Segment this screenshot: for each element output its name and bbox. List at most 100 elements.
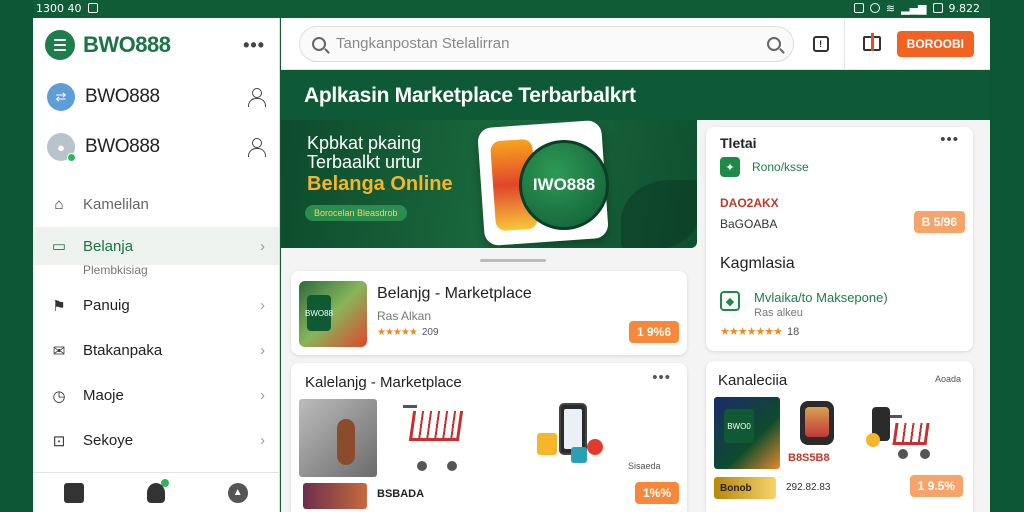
notification-icon [87, 3, 98, 13]
sidebar-item-label: Btakanpaka [83, 342, 163, 359]
product-image-phone[interactable] [800, 401, 834, 445]
banner-leaf-decoration [621, 180, 697, 248]
thumbnail-label: BWO0 [724, 409, 754, 443]
banner-line-2: Terbaalkt urtur [307, 152, 423, 172]
price-badge[interactable]: B 5/96 [913, 211, 965, 233]
sidebar-item-panuig[interactable]: ⚑ Panuig › [33, 283, 279, 328]
sim-icon [853, 3, 864, 13]
clock-icon: ◷ [52, 387, 66, 405]
product-label: Sisaeda [628, 461, 661, 471]
sidebar-item-label: Maoje [83, 387, 124, 404]
profile-icon[interactable] [146, 478, 169, 503]
product-image-phone[interactable] [535, 399, 617, 477]
navigation-drawer: BWO888 ••• ⇄ BWO888 ● BWO888 ⌂ Kamelilan… [33, 18, 280, 512]
shop-icon: ▭ [51, 238, 67, 255]
home-icon[interactable] [64, 482, 85, 503]
stars-icon: ★★★★★★★ [720, 326, 783, 338]
product-code: B8S5B8 [788, 452, 830, 464]
brand-logo-text: BWO888 [83, 32, 171, 57]
compass-icon[interactable]: ▲ [227, 482, 248, 503]
app-header: Tangkanpostan Stelalirran ! BOROOBI [281, 17, 990, 70]
bonus-badge[interactable]: Bonob [714, 477, 776, 499]
sidebar-item-belanja[interactable]: ▭ Belanja › [33, 227, 279, 265]
product-image-appliances[interactable] [299, 399, 377, 477]
rating-count: 209 [421, 327, 439, 338]
main-content: Kpbkat pkaing Terbaalkt urtur Belanga On… [281, 120, 990, 512]
card-subtitle: Ras Alkan [377, 309, 432, 323]
mail-icon: ✉ [52, 342, 66, 360]
battery-level: 9.822 [948, 1, 981, 15]
sidebar-item-maoje[interactable]: ◷ Maoje › [33, 373, 279, 418]
gift-icon [862, 33, 881, 51]
products-card: Kalelanjg - Marketplace ••• Sisaeda BSBA… [291, 363, 687, 512]
card-title: Belanjg - Marketplace [377, 285, 532, 302]
left-background-strip [0, 0, 33, 512]
banner-logo-badge: IWO888 [519, 140, 609, 230]
promo-button[interactable]: BOROOBI [896, 30, 974, 57]
card-title: Kanaleciia [718, 372, 788, 389]
signal-icon: ▂▄▆ [901, 1, 927, 15]
card-title: Kalelanjg - Marketplace [305, 374, 462, 391]
chevron-right-icon: › [260, 342, 265, 359]
drawer-header: BWO888 ••• [33, 18, 279, 72]
chevron-right-icon: › [260, 297, 265, 314]
sidebar-item-label: Belanja [83, 237, 134, 255]
banner-text: Kpbkat pkaing Terbaalkt urtur [307, 134, 422, 172]
store-name[interactable]: Rono/ksse [752, 160, 809, 174]
sidebar-item-sekoye[interactable]: ⊡ Sekoye › [33, 418, 279, 463]
product-subcode: BaGOABA [720, 217, 778, 231]
price-badge[interactable]: 1 9%6 [628, 321, 679, 343]
user-icon[interactable] [247, 88, 266, 107]
section-title: Kagmlasia [720, 255, 795, 272]
price-badge[interactable]: 1%% [634, 482, 679, 504]
marketplace-name[interactable]: Mvlaika/to Maksepone) [754, 290, 888, 305]
banner-cta-button[interactable]: Borocelan Bleasdrob [305, 205, 407, 221]
sidebar-item-kamelilan[interactable]: ⌂ Kamelilan [33, 182, 279, 227]
chevron-right-icon: › [260, 237, 265, 255]
avatar: ⇄ [47, 83, 75, 111]
carousel-indicator[interactable] [480, 259, 546, 262]
account-name: BWO888 [85, 136, 160, 157]
sidebar-item-btakanpaka[interactable]: ✉ Btakanpaka › [33, 328, 279, 373]
notification-button[interactable]: ! [810, 33, 832, 55]
product-code: BSBADA [377, 488, 425, 500]
search-input[interactable]: Tangkanpostan Stelalirran [299, 25, 794, 62]
sidebar-item-label: Kamelilan [83, 196, 149, 213]
account-row[interactable]: ⇄ BWO888 [33, 72, 279, 122]
product-code: DAO2AKX [720, 196, 779, 210]
alert-icon: ! [812, 35, 829, 52]
drawer-bottom-bar: ▲ [33, 472, 279, 512]
rating-stars: ★★★★★ 209 [377, 327, 439, 338]
promo-banner[interactable]: Kpbkat pkaing Terbaalkt urtur Belanga On… [281, 120, 697, 248]
product-thumbnail[interactable]: BWO0 [714, 397, 780, 469]
sidebar-item-label: Panuig [83, 297, 130, 314]
date-text: 292.82.83 [786, 482, 831, 493]
page-title: Aplkasin Marketplace Terbarbalkrt [304, 84, 636, 107]
shopping-cart-icon [403, 399, 469, 477]
search-submit-icon[interactable] [766, 36, 781, 51]
product-thumbnail: BWO88 [299, 281, 367, 347]
detail-card: Tletai ••• ✦ Rono/ksse DAO2AKX BaGOABA B… [706, 127, 973, 351]
banner-headline: Belanga Online [307, 173, 453, 195]
status-bar-right: ≋ ▂▄▆ 9.822 [853, 0, 981, 16]
more-options-icon[interactable]: ••• [652, 369, 671, 386]
card-label: Aoada [934, 374, 961, 384]
stars-icon: ★★★★★ [377, 327, 418, 338]
wallet-icon: ⊡ [52, 432, 66, 450]
rating-count: 18 [787, 326, 800, 338]
more-options-icon[interactable]: ••• [940, 131, 959, 148]
more-options-icon[interactable]: ••• [243, 35, 265, 56]
price-badge[interactable]: 1 9.5% [909, 475, 963, 497]
thumbnail-label: BWO88 [305, 295, 333, 331]
user-icon[interactable] [247, 138, 266, 157]
menu-button[interactable] [45, 30, 75, 60]
marketplace-icon: ◆ [720, 291, 740, 311]
chevron-right-icon: › [260, 432, 265, 449]
marketplace-card[interactable]: BWO88 Belanjg - Marketplace Ras Alkan ★★… [291, 271, 687, 355]
status-time: 1300 40 [36, 1, 82, 15]
account-row[interactable]: ● BWO888 [33, 122, 279, 172]
marketplace-subtitle: Ras alkeu [754, 307, 803, 319]
shopping-cart-icon [866, 405, 936, 465]
sidebar-item-sublabel: Plembkisiag [83, 263, 148, 277]
gift-button[interactable] [861, 33, 883, 55]
